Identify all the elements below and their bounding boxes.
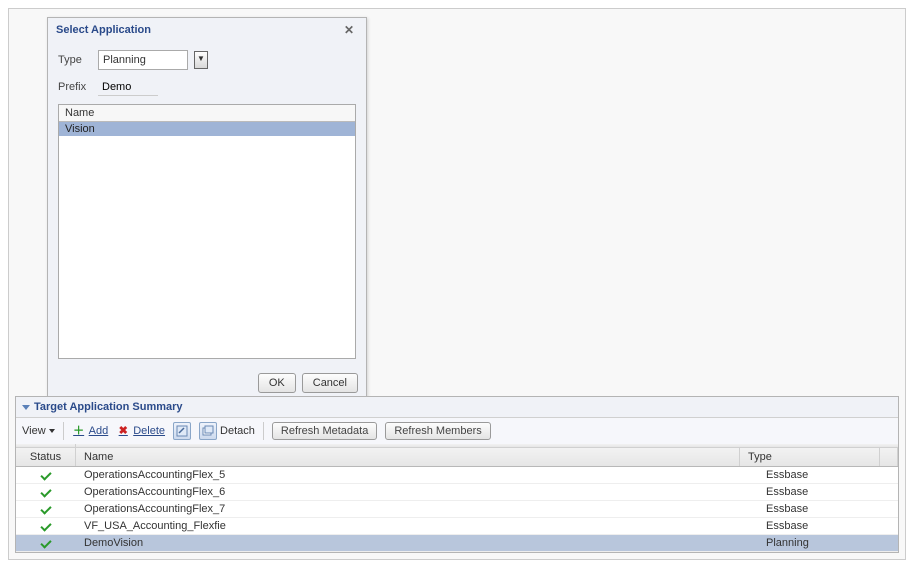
detach-button[interactable]: Detach <box>199 422 255 440</box>
check-icon <box>40 503 51 514</box>
grid-body[interactable]: OperationsAccountingFlex_5EssbaseOperati… <box>16 467 898 552</box>
type-row: Type Planning ▼ <box>58 50 356 70</box>
detach-icon <box>199 422 217 440</box>
type-value: Planning <box>103 54 146 66</box>
check-icon <box>40 469 51 480</box>
dialog-footer: OK Cancel <box>48 367 366 399</box>
check-icon <box>40 486 51 497</box>
prefix-input[interactable] <box>98 78 158 96</box>
list-item[interactable]: Vision <box>59 122 355 136</box>
name-cell: OperationsAccountingFlex_7 <box>76 501 758 517</box>
view-label: View <box>22 425 46 437</box>
app-frame: Select Application ✕ Type Planning ▼ Pre… <box>8 8 906 560</box>
status-cell <box>16 521 76 531</box>
type-label: Type <box>58 54 98 66</box>
type-select[interactable]: Planning <box>98 50 188 70</box>
dialog-header: Select Application ✕ <box>48 18 366 42</box>
name-cell: VF_USA_Accounting_Flexfie <box>76 518 758 534</box>
delete-label: Delete <box>133 425 165 437</box>
status-cell <box>16 538 76 548</box>
table-row[interactable]: DemoVisionPlanning <box>16 535 898 552</box>
delete-button[interactable]: ✖ Delete <box>116 424 165 438</box>
plus-icon: ＋ <box>72 424 86 438</box>
name-cell: OperationsAccountingFlex_6 <box>76 484 758 500</box>
grid-header: Status Name Type <box>16 448 898 467</box>
type-cell: Essbase <box>758 467 898 483</box>
type-cell: Planning <box>758 535 898 551</box>
caret-down-icon <box>49 429 55 433</box>
col-type[interactable]: Type <box>740 448 880 466</box>
add-button[interactable]: ＋ Add <box>72 424 109 438</box>
check-icon <box>40 520 51 531</box>
view-menu[interactable]: View <box>22 425 55 437</box>
table-row[interactable]: OperationsAccountingFlex_7Essbase <box>16 501 898 518</box>
close-icon[interactable]: ✕ <box>340 23 358 37</box>
application-list: Name Vision <box>58 104 356 359</box>
table-row[interactable]: OperationsAccountingFlex_5Essbase <box>16 467 898 484</box>
summary-grid: Status Name Type OperationsAccountingFle… <box>16 444 898 552</box>
prefix-row: Prefix <box>58 78 356 96</box>
prefix-label: Prefix <box>58 81 98 93</box>
toolbar-divider <box>63 422 64 440</box>
x-icon: ✖ <box>116 424 130 438</box>
type-cell: Essbase <box>758 501 898 517</box>
type-cell: Essbase <box>758 484 898 500</box>
add-label: Add <box>89 425 109 437</box>
col-name[interactable]: Name <box>76 448 740 466</box>
panel-title: Target Application Summary <box>34 401 183 413</box>
status-cell <box>16 470 76 480</box>
list-header-name: Name <box>59 105 355 122</box>
cancel-button[interactable]: Cancel <box>302 373 358 393</box>
target-application-summary-panel: Target Application Summary View ＋ Add ✖ … <box>15 396 899 553</box>
detach-label: Detach <box>220 425 255 437</box>
check-icon <box>40 537 51 548</box>
toolbar-divider <box>263 422 264 440</box>
edit-icon[interactable] <box>173 422 191 440</box>
table-row[interactable]: OperationsAccountingFlex_6Essbase <box>16 484 898 501</box>
panel-header: Target Application Summary <box>16 397 898 417</box>
name-cell: OperationsAccountingFlex_5 <box>76 467 758 483</box>
table-row[interactable]: VF_USA_Accounting_FlexfieEssbase <box>16 518 898 535</box>
status-cell <box>16 504 76 514</box>
type-cell: Essbase <box>758 518 898 534</box>
col-scroll-gutter <box>880 448 898 466</box>
ok-button[interactable]: OK <box>258 373 296 393</box>
select-application-dialog: Select Application ✕ Type Planning ▼ Pre… <box>47 17 367 400</box>
toolbar: View ＋ Add ✖ Delete Detach Ref <box>16 417 898 444</box>
name-cell: DemoVision <box>76 535 758 551</box>
col-status[interactable]: Status <box>16 448 76 466</box>
chevron-down-icon[interactable]: ▼ <box>194 51 208 69</box>
status-cell <box>16 487 76 497</box>
disclosure-icon[interactable] <box>22 405 30 410</box>
dialog-title: Select Application <box>56 24 151 36</box>
refresh-members-button[interactable]: Refresh Members <box>385 422 490 440</box>
refresh-metadata-button[interactable]: Refresh Metadata <box>272 422 377 440</box>
dialog-body: Type Planning ▼ Prefix Name Vision <box>48 42 366 367</box>
